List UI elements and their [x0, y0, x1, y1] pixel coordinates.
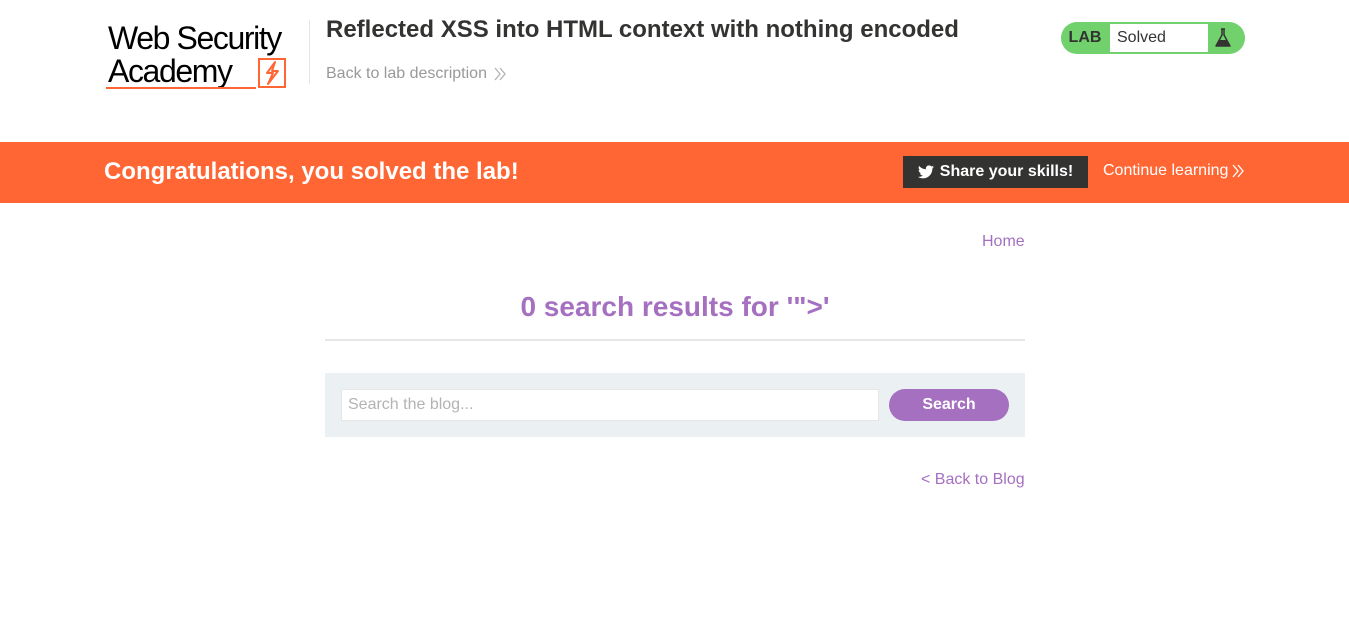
nav-home-link[interactable]: Home — [982, 233, 1025, 251]
search-results-heading: 0 search results for '">' — [520, 291, 830, 322]
solved-banner: Congratulations, you solved the lab! Sha… — [0, 142, 1349, 203]
lab-tag: LAB — [1068, 29, 1102, 46]
results-divider — [325, 339, 1025, 341]
header-divider — [309, 20, 310, 84]
lab-status-text: Solved — [1109, 23, 1209, 53]
continue-learning-label: Continue learning — [1103, 162, 1229, 179]
logo-underline — [106, 87, 256, 89]
search-panel: Search — [325, 373, 1025, 437]
search-button[interactable]: Search — [889, 389, 1009, 421]
page-header: Web Security Academy Reflected XSS into … — [0, 0, 1349, 142]
back-to-lab-description-link[interactable]: Back to lab description — [326, 64, 507, 84]
twitter-icon — [917, 165, 934, 179]
search-input[interactable] — [341, 389, 879, 421]
logo-text-line1: Web Security — [108, 20, 282, 56]
lab-title: Reflected XSS into HTML context with not… — [326, 16, 959, 43]
continue-learning-link[interactable]: Continue learning — [1103, 162, 1245, 180]
flask-icon — [1209, 23, 1237, 53]
share-your-skills-label: Share your skills! — [939, 163, 1074, 180]
double-chevron-right-icon — [494, 67, 506, 81]
logo-text-line2: Academy — [108, 53, 233, 89]
congratulations-message: Congratulations, you solved the lab! — [104, 158, 519, 185]
web-security-academy-logo[interactable]: Web Security Academy — [106, 20, 306, 94]
back-to-blog-link[interactable]: < Back to Blog — [921, 471, 1025, 489]
lab-status-widget: LAB Solved — [1061, 22, 1245, 54]
back-to-lab-description-label: Back to lab description — [326, 65, 487, 82]
double-chevron-right-icon — [1232, 164, 1245, 178]
share-your-skills-button[interactable]: Share your skills! — [903, 156, 1088, 188]
logo-bolt-icon — [258, 58, 286, 88]
